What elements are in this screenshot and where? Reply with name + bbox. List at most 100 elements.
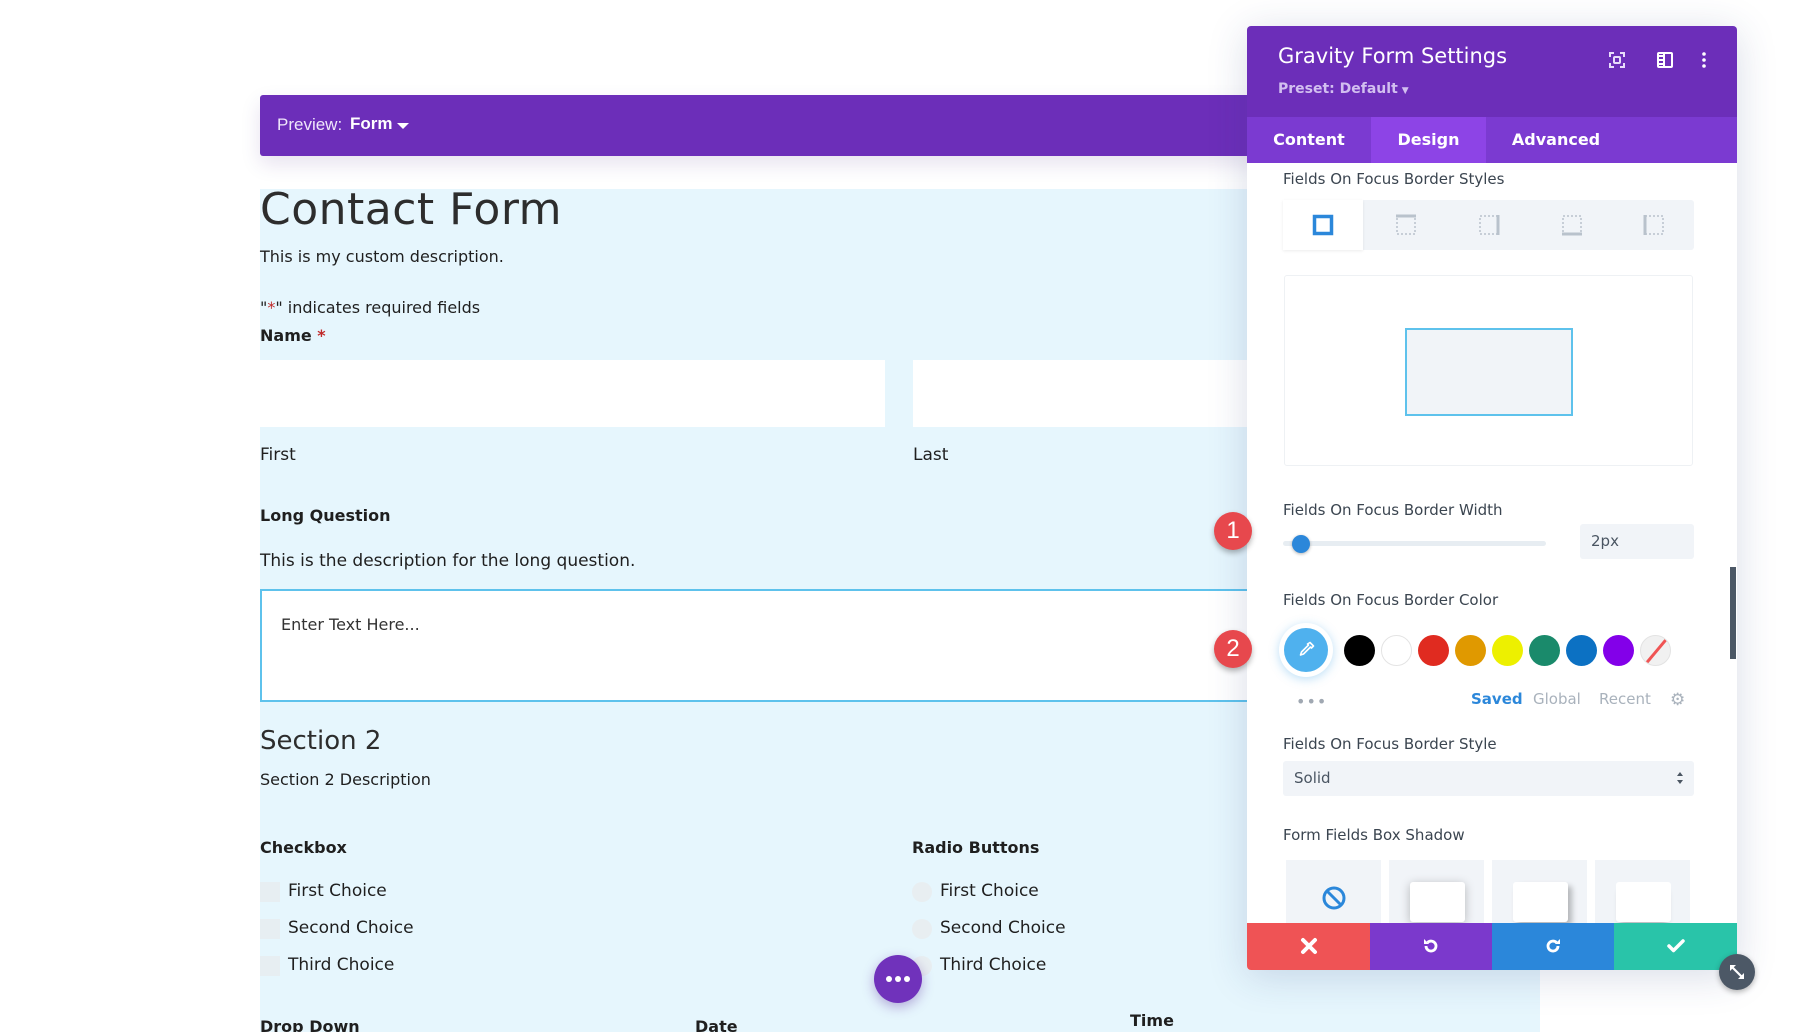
border-width-slider-handle[interactable] [1292,535,1310,553]
palette-tab-global[interactable]: Global [1533,690,1581,708]
border-bottom-icon [1562,215,1582,236]
box-shadow-preset-1[interactable] [1389,860,1484,930]
choice-label: Second Choice [940,918,1066,938]
preview-bar: Preview: Form [260,95,1260,156]
shadow-preview-card [1616,882,1671,922]
preview-label: Preview: [277,115,343,134]
required-note-text: " indicates required fields [275,298,481,317]
textarea-placeholder: Enter Text Here... [281,615,420,634]
panel-tabs: Content Design Advanced [1247,117,1737,163]
resize-diagonal-icon [1730,965,1744,979]
swatch-none[interactable] [1640,635,1671,666]
shadow-preview-card [1513,882,1568,922]
dot [904,976,910,982]
close-icon [1301,938,1317,954]
section-2-description: Section 2 Description [260,770,431,789]
caret-down-icon[interactable] [397,123,409,129]
color-picker-button[interactable] [1279,623,1333,677]
box-shadow-preset-2[interactable] [1492,860,1587,930]
focus-mode-icon[interactable] [1607,50,1627,70]
checkmark-icon [1667,939,1685,953]
undo-button[interactable] [1370,923,1492,970]
preview-mode-dropdown[interactable]: Form [350,114,393,134]
checkbox[interactable] [260,919,280,939]
border-side-left[interactable] [1614,200,1694,250]
date-label: Date [695,1017,738,1032]
preset-dropdown[interactable]: Preset: Default ▼ [1278,81,1409,97]
required-note: "*" indicates required fields [260,298,480,317]
tab-advanced[interactable]: Advanced [1486,117,1626,163]
box-shadow-none[interactable] [1286,860,1381,930]
border-side-bottom[interactable] [1532,200,1612,250]
border-width-input[interactable]: 2px [1580,524,1694,559]
border-side-right[interactable] [1449,200,1529,250]
border-side-all[interactable] [1283,200,1363,250]
last-name-input[interactable] [913,360,1253,427]
first-name-input[interactable] [260,360,885,427]
panel-title: Gravity Form Settings [1278,44,1508,68]
undo-icon [1424,939,1438,953]
required-asterisk: * [317,326,326,345]
settings-panel: Gravity Form Settings Preset: Default ▼ C… [1247,26,1737,970]
preset-label: Preset: Default [1278,81,1398,97]
swatch-orange[interactable] [1455,635,1486,666]
name-label-text: Name [260,326,312,345]
choice-label: Third Choice [940,955,1047,975]
palette-tab-recent[interactable]: Recent [1599,690,1651,708]
first-name-sublabel: First [260,445,296,465]
step-badge-1: 1 [1214,512,1252,550]
long-question-label: Long Question [260,506,391,525]
border-top-icon [1396,214,1416,235]
form-title: Contact Form [260,184,563,235]
shadow-preview-card [1410,882,1465,922]
border-right-icon [1479,215,1500,235]
box-shadow-preset-3[interactable] [1595,860,1690,930]
border-style-select[interactable]: Solid [1283,761,1694,796]
checkbox[interactable] [260,882,280,902]
more-colors-icon[interactable]: ••• [1296,692,1327,711]
long-question-textarea[interactable]: Enter Text Here... [260,589,1260,702]
last-name-sublabel: Last [913,445,949,465]
swatch-blue[interactable] [1566,635,1597,666]
redo-button[interactable] [1492,923,1614,970]
checkbox[interactable] [260,956,280,976]
panel-scrollbar[interactable] [1730,567,1736,659]
border-style-label: Fields On Focus Border Style [1283,735,1497,753]
long-question-description: This is the description for the long que… [260,551,636,571]
cancel-button[interactable] [1247,923,1370,970]
step-badge-2: 2 [1214,630,1252,668]
tab-content[interactable]: Content [1247,117,1371,163]
more-options-icon[interactable] [1694,50,1714,70]
radio-button[interactable] [912,919,932,939]
border-styles-label: Fields On Focus Border Styles [1283,170,1505,188]
gear-icon[interactable]: ⚙ [1670,690,1685,710]
split-view-icon[interactable] [1655,50,1675,70]
more-actions-button[interactable] [874,955,922,1003]
current-color[interactable] [1284,628,1328,672]
swatch-yellow[interactable] [1492,635,1523,666]
swatch-white[interactable] [1381,635,1412,666]
choice-label: First Choice [940,881,1039,901]
tab-design[interactable]: Design [1371,117,1486,163]
dot [895,976,901,982]
panel-header: Gravity Form Settings Preset: Default ▼ [1247,26,1737,117]
radio-button[interactable] [912,882,932,902]
resize-handle[interactable] [1719,954,1755,990]
border-side-top[interactable] [1366,200,1446,250]
border-side-selector [1283,200,1694,250]
border-width-slider[interactable] [1283,541,1546,546]
eyedropper-icon [1299,641,1315,656]
swatch-green[interactable] [1529,635,1560,666]
save-button[interactable] [1614,923,1737,970]
section-2-title: Section 2 [260,726,382,756]
border-preview [1284,275,1693,466]
radio-group-label: Radio Buttons [912,838,1040,857]
swatch-purple[interactable] [1603,635,1634,666]
border-style-value: Solid [1294,769,1331,787]
swatch-red[interactable] [1418,635,1449,666]
caret-down-icon: ▼ [1401,86,1409,96]
swatch-black[interactable] [1344,635,1375,666]
redo-icon [1546,939,1560,953]
palette-tab-saved[interactable]: Saved [1471,690,1523,708]
panel-footer [1247,923,1737,970]
